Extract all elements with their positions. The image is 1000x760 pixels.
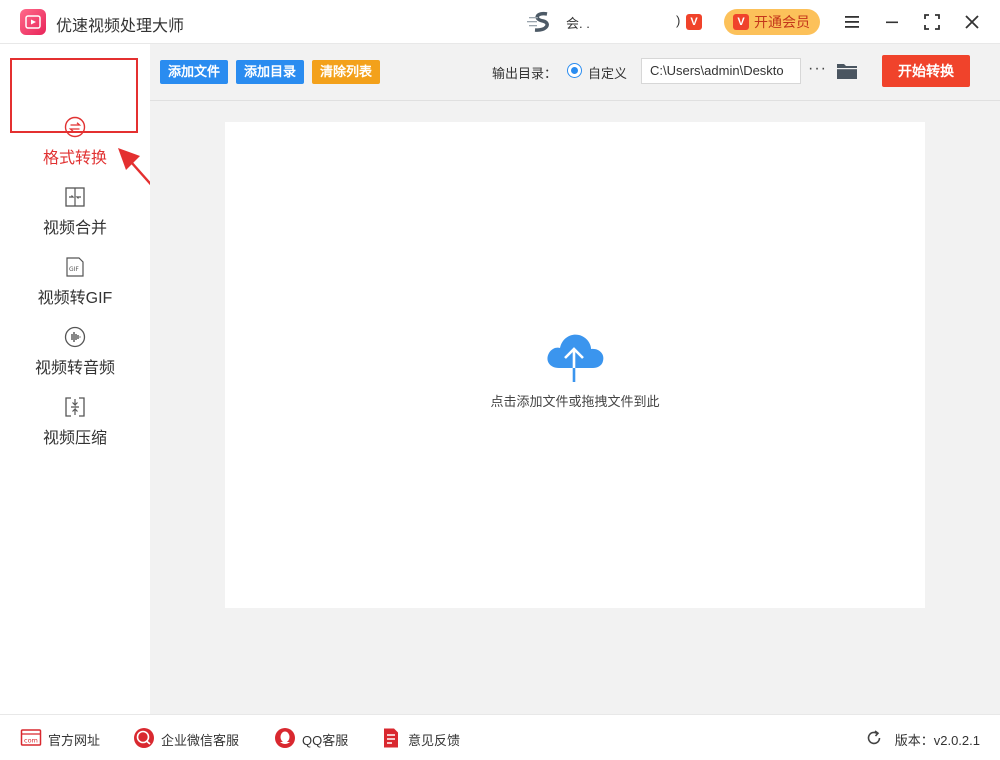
user-name-paren: )	[676, 13, 681, 28]
clear-list-button[interactable]: 清除列表	[312, 60, 381, 84]
more-options-button[interactable]: ···	[808, 60, 827, 78]
sidebar-item-label: 视频压缩	[42, 430, 107, 447]
website-icon: com	[20, 729, 42, 746]
vip-badge-icon: V	[686, 14, 702, 30]
open-vip-button[interactable]: V 开通会员	[724, 9, 820, 35]
close-icon[interactable]	[960, 10, 984, 34]
menu-icon[interactable]	[840, 10, 864, 34]
start-convert-button[interactable]: 开始转换	[882, 55, 970, 87]
website-label: 官方网址	[48, 733, 101, 748]
app-logo-icon	[20, 9, 46, 35]
drop-hint: 点击添加文件或拖拽文件到此	[490, 394, 660, 409]
folder-icon[interactable]	[836, 61, 858, 81]
vip-icon: V	[733, 14, 749, 30]
merge-icon	[65, 187, 85, 207]
sidebar-item-video-compress[interactable]: 视频压缩	[0, 390, 150, 460]
gif-icon: GIF	[66, 257, 84, 277]
add-file-button[interactable]: 添加文件	[160, 60, 229, 84]
sidebar-item-label: 视频转GIF	[37, 290, 113, 307]
feedback-label: 意见反馈	[408, 733, 461, 748]
highlight-box	[10, 58, 138, 133]
version-label: 版本：v2.0.2.1	[894, 733, 980, 748]
minimize-icon[interactable]	[880, 10, 904, 34]
feedback-icon	[384, 728, 398, 748]
app-title: 优速视频处理大师	[56, 18, 185, 35]
wechat-icon	[134, 728, 154, 748]
main-area: 添加文件 添加目录 清除列表 输出目录： 自定义 C:\Users\admin\…	[150, 44, 1000, 714]
footer: com 官方网址 企业微信客服 QQ客服 意见反馈 版本：v2.0.2.1	[0, 714, 1000, 760]
open-vip-label: 开通会员	[754, 14, 810, 30]
sidebar-item-label: 视频转音频	[34, 360, 115, 377]
file-drop-zone[interactable]: 点击添加文件或拖拽文件到此	[225, 122, 925, 608]
qq-service-label: QQ客服	[302, 733, 349, 748]
sidebar-item-video-to-gif[interactable]: GIF 视频转GIF	[0, 250, 150, 320]
user-avatar-icon	[527, 11, 549, 32]
custom-output-radio[interactable]	[567, 63, 582, 78]
wechat-service-label: 企业微信客服	[161, 733, 240, 748]
audio-icon	[64, 326, 86, 348]
refresh-icon[interactable]	[865, 729, 883, 747]
cloud-upload-icon	[547, 334, 604, 382]
output-dir-label: 输出目录：	[492, 66, 558, 81]
svg-text:com: com	[24, 737, 38, 745]
qq-icon	[275, 728, 295, 748]
sidebar-item-video-to-audio[interactable]: 视频转音频	[0, 320, 150, 390]
output-path-input[interactable]: C:\Users\admin\Deskto	[641, 58, 801, 84]
compress-icon	[65, 397, 85, 417]
custom-output-label: 自定义	[588, 66, 628, 81]
add-folder-button[interactable]: 添加目录	[236, 60, 305, 84]
svg-text:GIF: GIF	[69, 266, 79, 273]
maximize-icon[interactable]	[920, 10, 944, 34]
title-bar: 优速视频处理大师 会. . ) V V 开通会员	[0, 0, 1000, 44]
user-name: 会. .	[566, 16, 590, 31]
toolbar: 添加文件 添加目录 清除列表 输出目录： 自定义 C:\Users\admin\…	[150, 44, 1000, 101]
